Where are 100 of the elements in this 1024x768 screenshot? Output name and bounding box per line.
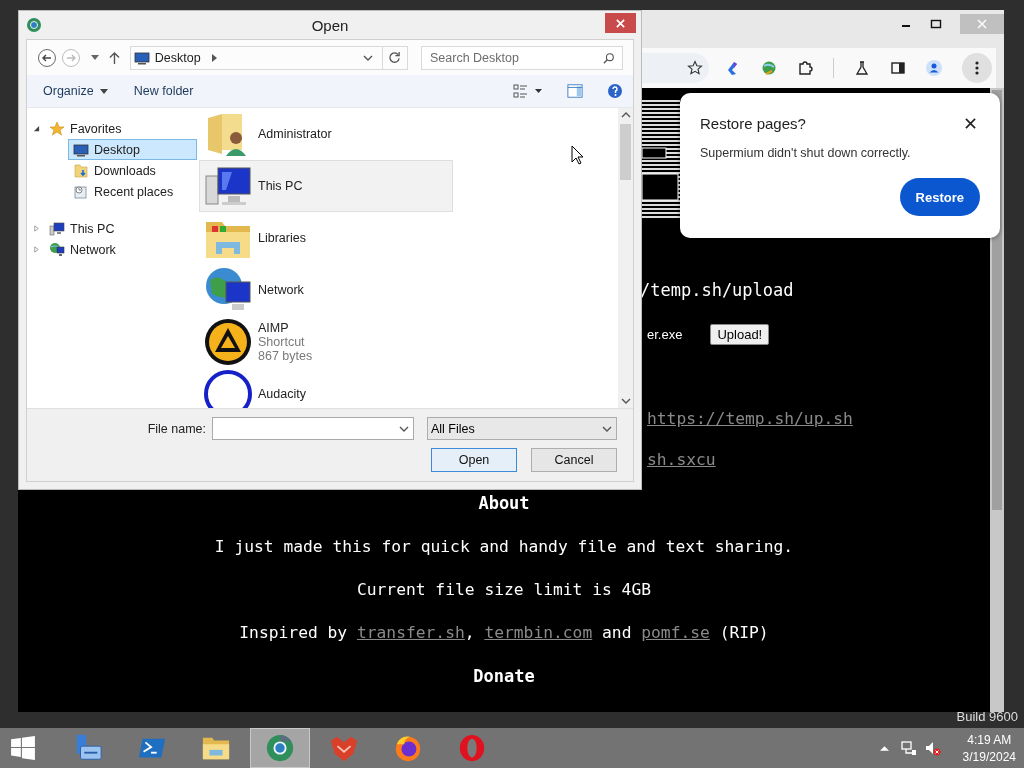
toolbar-button[interactable]: New folder: [127, 82, 200, 100]
muted-speaker-icon[interactable]: [924, 740, 941, 756]
paragraph: Inspired by transfer.sh, termbin.com and pomf.se (RIP): [239, 623, 769, 642]
close-icon[interactable]: [965, 118, 976, 129]
file-name: This PC: [258, 179, 303, 193]
clock-date: 3/19/2024: [962, 749, 1016, 764]
side-panel-icon[interactable]: [890, 60, 906, 76]
taskbar-app[interactable]: [250, 728, 310, 768]
navigation-item[interactable]: Favorites: [44, 118, 197, 139]
location-bar[interactable]: Desktop: [129, 45, 408, 70]
clock[interactable]: 4:19 AM 3/19/2024: [962, 732, 1016, 764]
file-name: er.exe: [647, 327, 683, 342]
start-icon[interactable]: [10, 735, 36, 761]
navigation-item[interactable]: Downloads: [68, 160, 197, 181]
caret-icon[interactable]: [90, 55, 99, 60]
window-title: Open: [311, 16, 349, 34]
search-field[interactable]: Search Desktop: [421, 45, 623, 70]
globe-icon[interactable]: [761, 60, 777, 76]
browser-icon: [265, 733, 295, 763]
up-arrow-icon[interactable]: [108, 51, 120, 64]
file-detail: 867 bytes: [258, 349, 313, 363]
file-name: Audacity: [258, 387, 306, 401]
restore-button[interactable]: Restore: [899, 178, 980, 216]
file-item[interactable]: Network: [199, 264, 453, 316]
cursor-icon: [571, 145, 583, 165]
menu-button[interactable]: [962, 53, 992, 83]
dropdown-icon[interactable]: [399, 425, 409, 432]
scroll-down-icon[interactable]: [620, 398, 631, 404]
puzzle-icon[interactable]: [797, 60, 813, 76]
expanded-arrow-icon[interactable]: [33, 125, 40, 132]
build-watermark: Build 9600: [956, 709, 1018, 724]
refresh-icon: [388, 51, 402, 64]
navigation-item[interactable]: Network: [44, 239, 197, 260]
dropdown-icon: [602, 425, 612, 432]
credit-link[interactable]: termbin.com: [484, 623, 593, 642]
collapsed-arrow-icon[interactable]: [33, 246, 40, 253]
monitor-icon: [133, 49, 150, 66]
chevron-right-icon: [211, 53, 217, 62]
config-link[interactable]: sh.sxcu: [640, 450, 716, 469]
file-item[interactable]: Administrator: [199, 108, 453, 160]
download-folder-icon: [73, 162, 89, 179]
file-name-label: File name:: [147, 421, 206, 436]
opera-icon: [457, 733, 487, 763]
file-name: Network: [258, 283, 304, 297]
profile-icon[interactable]: [926, 60, 942, 76]
script-link[interactable]: https://temp.sh/up.sh: [640, 409, 853, 428]
close-icon: [615, 17, 626, 29]
monitor-icon: [73, 141, 89, 158]
file-item[interactable]: This PC: [199, 160, 453, 212]
file-item[interactable]: Audacity: [199, 368, 453, 408]
close-button[interactable]: [605, 13, 636, 33]
file-name: Libraries: [258, 231, 306, 245]
scroll-thumb[interactable]: [620, 124, 631, 180]
credit-link[interactable]: transfer.sh: [356, 623, 465, 642]
recent-places-icon: [73, 183, 89, 200]
upload-url: /temp.sh/upload: [640, 280, 794, 300]
star-icon: [49, 120, 65, 137]
flask-icon[interactable]: [854, 60, 870, 76]
file-name: Administrator: [258, 127, 332, 141]
firefox-icon: [393, 733, 423, 763]
search-icon: [603, 51, 615, 64]
close-icon: [976, 18, 988, 30]
popup-title: Restore pages?: [700, 115, 806, 132]
scroll-up-icon[interactable]: [620, 112, 631, 118]
preview-pane-icon[interactable]: [567, 83, 583, 99]
file-name: AIMP: [258, 321, 290, 335]
maximize-icon[interactable]: [930, 18, 942, 30]
popup-message: Supermium didn't shut down correctly.: [700, 146, 912, 160]
view-options-icon[interactable]: [513, 83, 543, 99]
scrollbar[interactable]: [618, 108, 633, 408]
navigation-item[interactable]: Desktop: [68, 139, 197, 160]
file-detail: Shortcut: [258, 335, 306, 349]
dropdown-icon[interactable]: [363, 54, 373, 61]
caret-up-icon[interactable]: [879, 745, 889, 751]
app-icon: [26, 17, 42, 33]
dialog-button[interactable]: Cancel: [531, 448, 617, 472]
back-icon[interactable]: [37, 47, 57, 68]
clock-time: 4:19 AM: [967, 732, 1012, 747]
bookmark-star-icon[interactable]: [687, 60, 703, 76]
credit-link[interactable]: pomf.se: [641, 623, 710, 642]
file-type-dropdown[interactable]: All Files: [427, 417, 617, 440]
file-name-field[interactable]: [212, 417, 414, 440]
aimp-icon: [204, 318, 252, 366]
toolbar-button[interactable]: Organize: [37, 82, 114, 100]
help-icon[interactable]: [607, 83, 623, 99]
computer-icon: [49, 220, 65, 237]
paragraph: Current file size limit is 4GB: [356, 580, 652, 599]
dialog-button[interactable]: Open: [431, 448, 517, 472]
section-heading: About: [478, 493, 530, 513]
navigation-item[interactable]: Recent places: [68, 181, 197, 202]
more-icon: [975, 60, 979, 76]
collapsed-arrow-icon[interactable]: [33, 225, 40, 232]
network-icon: [49, 241, 65, 258]
file-item[interactable]: Libraries: [199, 212, 453, 264]
network-status-icon[interactable]: [900, 740, 917, 756]
paragraph: I just made this for quick and handy file and text sharing.: [214, 537, 794, 556]
upload-button[interactable]: Upload!: [710, 324, 770, 345]
audacity-icon: [204, 370, 252, 408]
navigation-item[interactable]: This PC: [44, 218, 197, 239]
file-item[interactable]: AIMP Shortcut 867 bytes: [199, 316, 453, 368]
